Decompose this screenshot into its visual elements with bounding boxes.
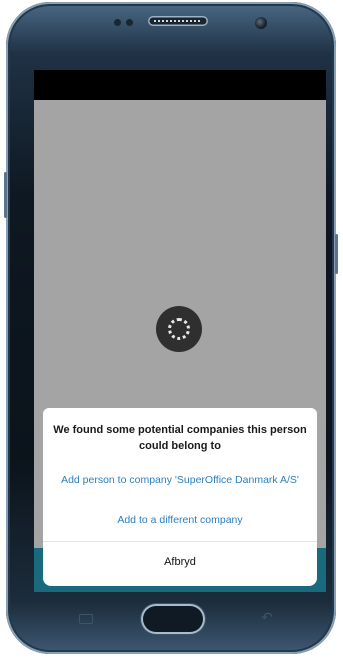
back-key-icon[interactable]: ↶ [258,609,276,625]
phone-screen: We found some potential companies this p… [34,70,326,592]
power-button [335,234,338,274]
company-match-dialog: We found some potential companies this p… [43,408,317,586]
add-to-different-company-option[interactable]: Add to a different company [47,514,313,526]
add-to-company-option[interactable]: Add person to company 'SuperOffice Danma… [47,474,313,486]
proximity-sensor [114,19,121,26]
earpiece-speaker [148,16,208,26]
spinner-ring [168,318,190,340]
cancel-button[interactable]: Afbryd [43,542,317,582]
front-camera [255,17,267,29]
light-sensor [126,19,133,26]
home-button[interactable] [141,604,205,634]
volume-button [4,172,7,218]
status-bar [34,70,326,100]
recent-apps-key-icon[interactable] [79,614,93,624]
spinner-icon [156,306,202,352]
dialog-title: We found some potential companies this p… [53,424,307,452]
